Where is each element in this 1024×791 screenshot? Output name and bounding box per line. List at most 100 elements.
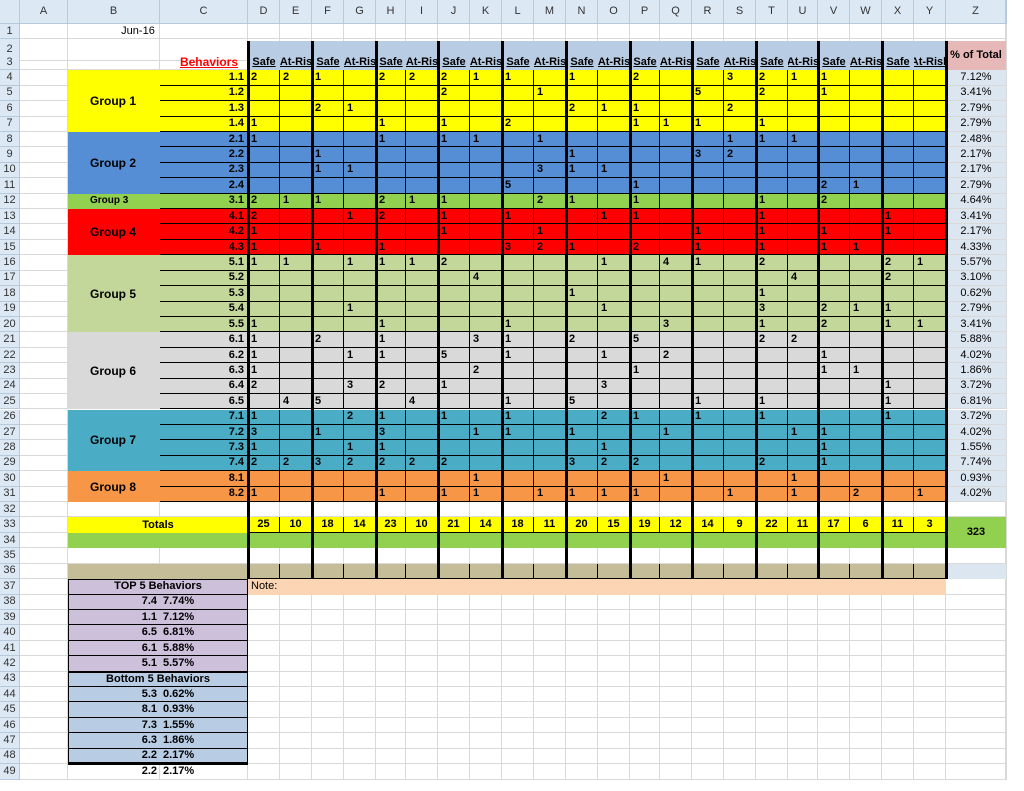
grid-cell[interactable] — [818, 748, 850, 765]
grid-cell[interactable] — [692, 625, 724, 641]
count-cell[interactable] — [882, 178, 914, 194]
count-cell[interactable]: 3 — [724, 70, 756, 86]
count-cell[interactable] — [598, 286, 630, 302]
grid-cell[interactable] — [788, 687, 818, 703]
count-cell[interactable] — [312, 85, 344, 102]
count-cell[interactable] — [502, 224, 534, 240]
column-header-u[interactable]: U — [788, 0, 818, 24]
grid-cell[interactable] — [692, 609, 724, 626]
count-cell[interactable] — [850, 270, 882, 287]
grid-cell[interactable] — [1006, 579, 1007, 595]
count-cell[interactable] — [914, 147, 946, 163]
count-cell[interactable] — [312, 178, 344, 194]
count-cell[interactable]: 1 — [248, 440, 280, 456]
count-cell[interactable]: 1 — [724, 131, 756, 148]
behavior-id[interactable]: 5.5 — [160, 316, 248, 333]
count-cell[interactable] — [724, 255, 756, 271]
grid-cell[interactable] — [724, 640, 756, 657]
grid-cell[interactable] — [376, 748, 406, 765]
count-cell[interactable]: 1 — [438, 224, 470, 240]
grid-cell[interactable] — [818, 24, 850, 39]
count-cell[interactable] — [914, 347, 946, 364]
grid-cell[interactable] — [20, 748, 68, 765]
grid-cell[interactable] — [850, 625, 882, 641]
count-cell[interactable]: 3 — [344, 378, 376, 395]
count-cell[interactable] — [660, 394, 692, 410]
safe-header[interactable]: Safe — [756, 55, 788, 70]
grid-cell[interactable] — [1006, 733, 1007, 749]
count-cell[interactable]: 2 — [534, 239, 566, 256]
count-cell[interactable] — [312, 116, 344, 132]
grid-cell[interactable] — [1006, 301, 1007, 317]
count-cell[interactable]: 1 — [882, 224, 914, 240]
row-header-38[interactable]: 38 — [0, 594, 20, 610]
spreadsheet[interactable]: ABCDEFGHIJKLMNOPQRSTUVWXYZAA123456789101… — [0, 0, 1024, 791]
total-cell[interactable]: 18 — [502, 517, 534, 533]
row-header-23[interactable]: 23 — [0, 363, 20, 379]
grid-cell[interactable] — [406, 625, 438, 641]
count-cell[interactable]: 1 — [818, 455, 850, 472]
count-cell[interactable] — [470, 378, 502, 395]
column-header-d[interactable]: D — [248, 0, 280, 24]
grid-cell[interactable] — [946, 702, 1006, 718]
grid-cell[interactable] — [280, 748, 312, 765]
grid-cell[interactable] — [20, 116, 68, 132]
count-cell[interactable] — [312, 270, 344, 287]
count-cell[interactable] — [248, 394, 280, 410]
count-cell[interactable]: 1 — [376, 347, 406, 364]
count-cell[interactable] — [566, 131, 598, 148]
pct-cell[interactable]: 6.81% — [946, 394, 1006, 410]
grid-cell[interactable] — [470, 548, 502, 564]
count-cell[interactable] — [598, 178, 630, 194]
behavior-id[interactable]: 2.4 — [160, 178, 248, 194]
count-cell[interactable] — [406, 270, 438, 287]
count-cell[interactable] — [850, 147, 882, 163]
count-cell[interactable]: 1 — [788, 486, 818, 502]
grid-cell[interactable] — [406, 671, 438, 688]
count-cell[interactable]: 1 — [724, 486, 756, 502]
count-cell[interactable] — [438, 147, 470, 163]
pct-cell[interactable]: 7.12% — [946, 70, 1006, 86]
count-cell[interactable] — [598, 394, 630, 410]
count-cell[interactable] — [724, 286, 756, 302]
grid-cell[interactable] — [1006, 471, 1007, 487]
pct-cell[interactable]: 5.57% — [946, 255, 1006, 271]
grid-cell[interactable] — [502, 687, 534, 703]
count-cell[interactable]: 4 — [660, 255, 692, 271]
count-cell[interactable]: 1 — [660, 116, 692, 132]
count-cell[interactable] — [312, 471, 344, 487]
top5-id[interactable]: 1.1 — [68, 609, 160, 626]
grid-cell[interactable] — [438, 24, 470, 39]
grid-cell[interactable] — [882, 548, 914, 564]
grid-cell[interactable] — [20, 579, 68, 595]
grid-cell[interactable] — [660, 717, 692, 734]
grid-cell[interactable] — [406, 764, 438, 780]
grid-cell[interactable] — [406, 594, 438, 610]
count-cell[interactable] — [376, 286, 406, 302]
count-cell[interactable]: 1 — [850, 301, 882, 317]
count-cell[interactable] — [470, 409, 502, 425]
count-cell[interactable] — [724, 378, 756, 395]
grid-cell[interactable] — [630, 625, 660, 641]
grid-cell[interactable] — [406, 702, 438, 718]
count-cell[interactable] — [850, 394, 882, 410]
count-cell[interactable]: 1 — [756, 394, 788, 410]
count-cell[interactable] — [438, 101, 470, 117]
grid-cell[interactable] — [502, 609, 534, 626]
count-cell[interactable] — [534, 101, 566, 117]
grid-cell[interactable] — [248, 748, 280, 765]
count-cell[interactable] — [724, 270, 756, 287]
count-cell[interactable] — [344, 486, 376, 502]
grid-cell[interactable] — [20, 54, 68, 71]
count-cell[interactable]: 2 — [406, 455, 438, 472]
count-cell[interactable]: 1 — [630, 363, 660, 379]
count-cell[interactable] — [660, 270, 692, 287]
count-cell[interactable] — [692, 363, 724, 379]
count-cell[interactable]: 1 — [344, 440, 376, 456]
grid-cell[interactable] — [376, 764, 406, 780]
count-cell[interactable] — [818, 471, 850, 487]
grid-cell[interactable] — [724, 748, 756, 765]
grid-cell[interactable] — [502, 548, 534, 564]
grid-cell[interactable] — [788, 24, 818, 39]
row-header-4[interactable]: 4 — [0, 70, 20, 86]
